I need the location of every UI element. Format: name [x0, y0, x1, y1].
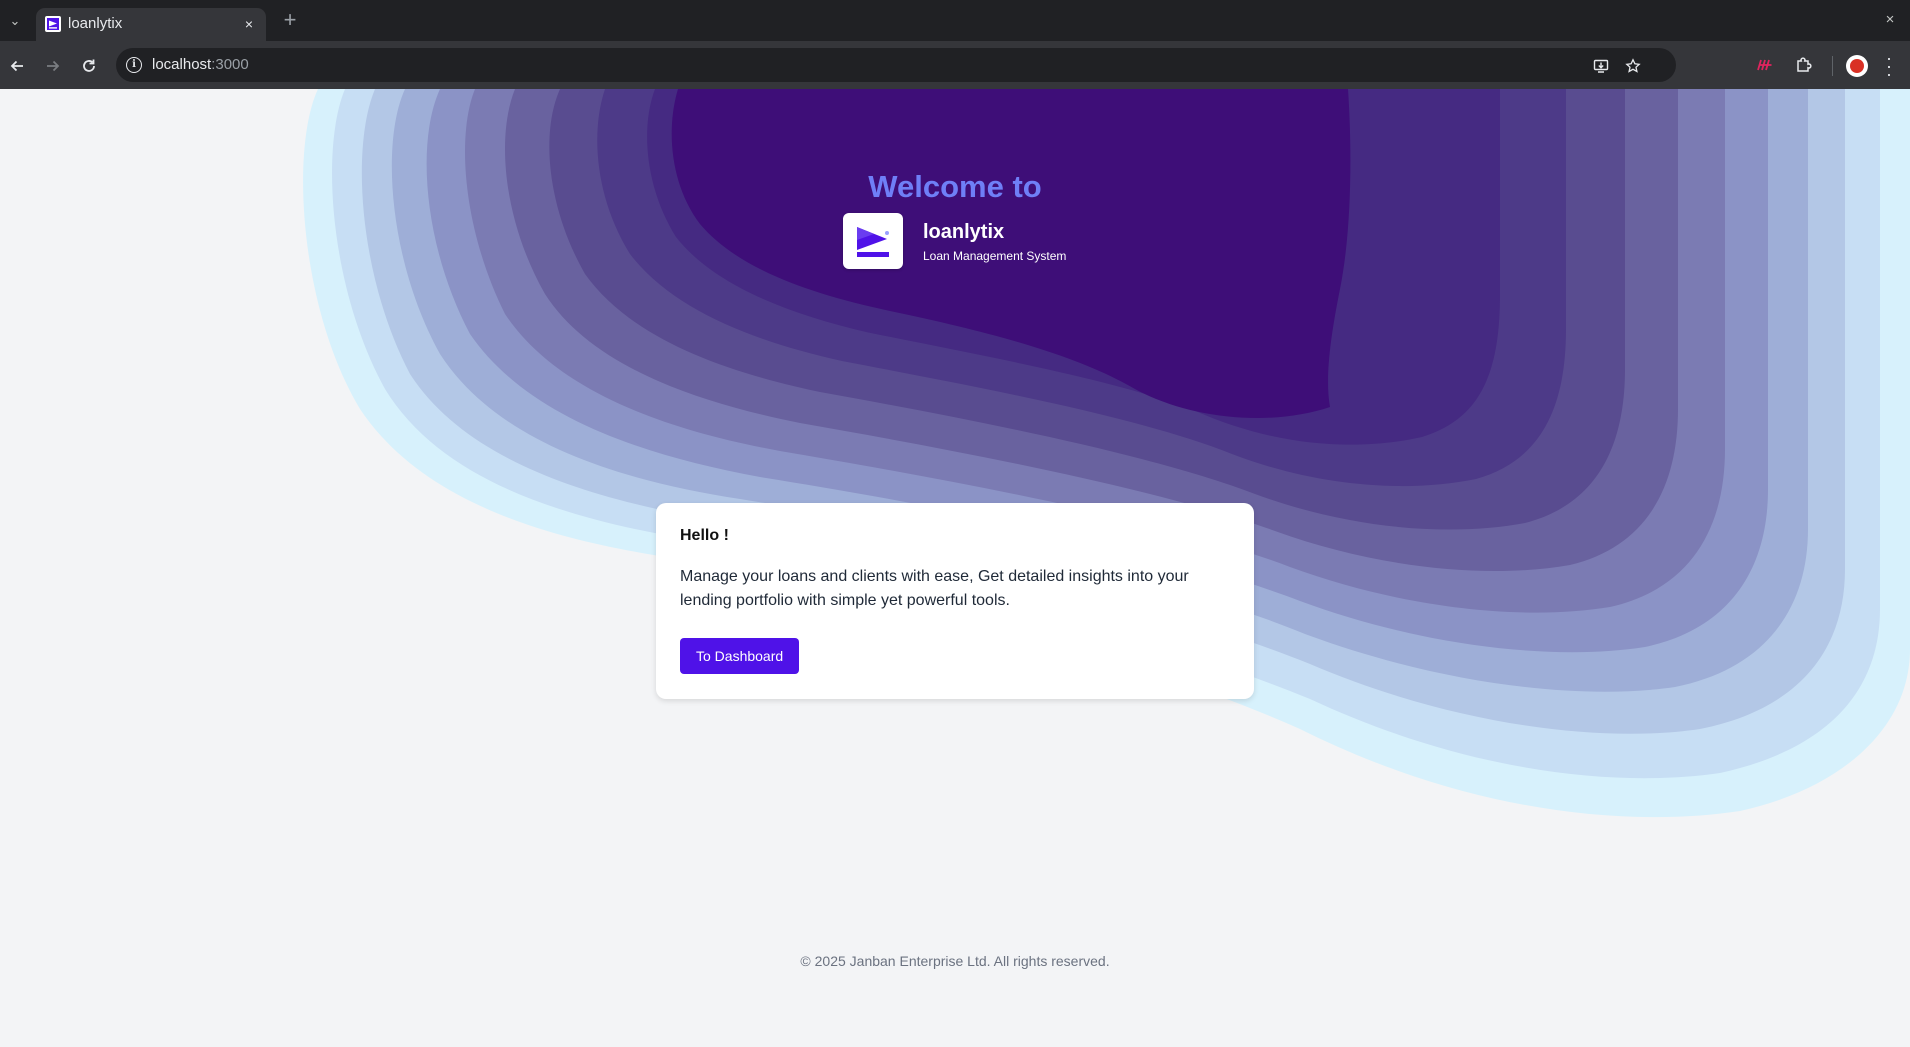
- back-icon[interactable]: [4, 53, 30, 79]
- card-description: Manage your loans and clients with ease,…: [680, 568, 1189, 609]
- tab-title: loanlytix: [68, 15, 123, 32]
- brand-tagline: Loan Management System: [923, 249, 1067, 263]
- browser-toolbar: i localhost:3000 · · ·: [0, 41, 1910, 89]
- address-bar[interactable]: i localhost:3000: [116, 48, 1676, 82]
- forward-icon[interactable]: [40, 53, 66, 79]
- url-text[interactable]: localhost:3000: [152, 56, 249, 73]
- tab-close-icon[interactable]: ×: [240, 15, 258, 33]
- page: Welcome to loanlytix Loan Management Sys…: [0, 89, 1910, 1047]
- loanlytix-logo: [843, 213, 903, 269]
- browser-tab[interactable]: loanlytix ×: [36, 8, 266, 42]
- window-close-icon[interactable]: ×: [1880, 10, 1900, 30]
- to-dashboard-button[interactable]: To Dashboard: [680, 638, 800, 674]
- bookmark-star-icon[interactable]: [1624, 57, 1642, 75]
- favicon-icon: [45, 16, 61, 32]
- footer-copyright: © 2025 Janban Enterprise Ltd. All rights…: [800, 953, 1110, 969]
- url-host: localhost: [152, 56, 212, 73]
- more-menu-icon[interactable]: · · ·: [1884, 49, 1894, 83]
- url-port: :3000: [211, 56, 249, 73]
- browser-tab-strip: ⌄ loanlytix × + ×: [0, 0, 1910, 42]
- brand-name: loanlytix: [923, 221, 1005, 243]
- extensions-puzzle-icon[interactable]: [1791, 52, 1817, 78]
- welcome-card: Hello ! Manage your loans and clients wi…: [656, 503, 1254, 699]
- site-info-icon[interactable]: i: [126, 57, 142, 73]
- install-app-icon[interactable]: [1592, 57, 1610, 75]
- reload-icon[interactable]: [76, 53, 102, 79]
- extension-m-icon[interactable]: [1753, 52, 1779, 78]
- profile-avatar[interactable]: [1846, 55, 1868, 77]
- welcome-heading: Welcome to: [868, 169, 1042, 204]
- toolbar-divider: [1832, 56, 1833, 76]
- new-tab-icon[interactable]: +: [278, 8, 302, 32]
- card-title: Hello !: [680, 527, 729, 544]
- tab-search-chevron-icon[interactable]: ⌄: [4, 10, 26, 32]
- avatar-badge: [1850, 59, 1864, 73]
